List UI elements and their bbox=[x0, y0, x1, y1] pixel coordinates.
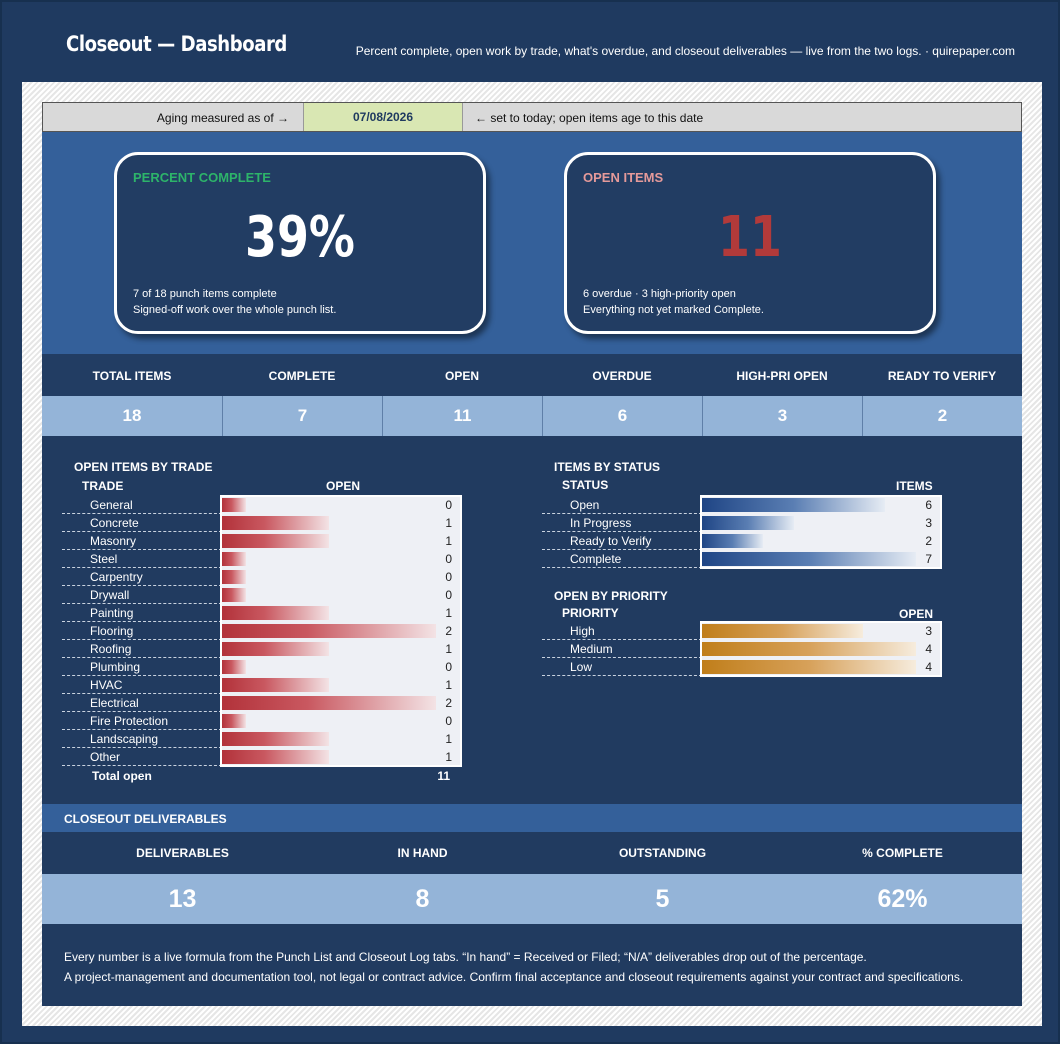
kpi-value-ready: 2 bbox=[862, 396, 1022, 436]
kpi-label-open: OPEN bbox=[444, 369, 479, 383]
kpi-label-overdue: OVERDUE bbox=[592, 369, 652, 383]
kpi-header-row: TOTAL ITEMS COMPLETE OPEN OVERDUE HIGH-P… bbox=[42, 354, 1022, 396]
open-items-note: Everything not yet marked Complete. bbox=[583, 304, 764, 316]
open-items-title: OPEN ITEMS bbox=[583, 170, 664, 185]
deliverables-label-total: DELIVERABLES bbox=[136, 846, 229, 860]
kpi-label-ready: READY TO VERIFY bbox=[887, 369, 997, 383]
percent-complete-note: Signed-off work over the whole punch lis… bbox=[133, 304, 337, 316]
deliverables-label-in-hand: IN HAND bbox=[397, 846, 448, 860]
deliverables-label-complete: % COMPLETE bbox=[862, 846, 943, 860]
status-chart-border bbox=[700, 495, 942, 569]
dashboard-body: Aging measured as of → 07/08/2026 ← set … bbox=[42, 102, 1022, 1006]
priority-chart-border bbox=[700, 621, 942, 677]
kpi-value-open: 11 bbox=[382, 396, 542, 436]
deliverables-band: CLOSEOUT DELIVERABLES bbox=[42, 804, 1022, 832]
dashboard-frame: Closeout — Dashboard Percent complete, o… bbox=[0, 0, 1060, 1044]
page-subtitle: Percent complete, open work by trade, wh… bbox=[355, 44, 1015, 58]
open-items-value: 11 bbox=[718, 205, 782, 270]
priority-column-header: PRIORITY bbox=[562, 606, 619, 620]
aging-date-row: Aging measured as of → 07/08/2026 ← set … bbox=[42, 102, 1022, 132]
deliverables-value-total: 13 bbox=[168, 885, 197, 913]
status-label: Open bbox=[542, 496, 702, 514]
open-items-detail: 6 overdue · 3 high-priority open bbox=[583, 288, 736, 300]
open-items-card: OPEN ITEMS 11 6 overdue · 3 high-priorit… bbox=[564, 152, 936, 334]
status-label: Complete bbox=[542, 550, 702, 568]
trade-label: Roofing bbox=[62, 640, 222, 658]
trade-label: Drywall bbox=[62, 586, 222, 604]
footer-note-2: A project-management and documentation t… bbox=[64, 970, 964, 984]
trade-label: Concrete bbox=[62, 514, 222, 532]
trade-label: Carpentry bbox=[62, 568, 222, 586]
kpi-value-overdue: 6 bbox=[542, 396, 702, 436]
trade-label: Other bbox=[62, 748, 222, 766]
trade-open-column-header: OPEN bbox=[326, 479, 361, 493]
kpi-value-total: 18 bbox=[122, 406, 142, 425]
priority-label: Medium bbox=[542, 640, 702, 658]
percent-complete-value: 39% bbox=[245, 205, 355, 270]
sheet-area: Aging measured as of → 07/08/2026 ← set … bbox=[22, 82, 1042, 1026]
status-label: Ready to Verify bbox=[542, 532, 702, 550]
trade-label: Steel bbox=[62, 550, 222, 568]
priority-label: High bbox=[542, 622, 702, 640]
deliverables-value-complete: 62% bbox=[877, 885, 928, 913]
trade-label: Electrical bbox=[62, 694, 222, 712]
deliverables-value-row: 13 8 5 62% bbox=[42, 874, 1022, 924]
aging-hint: ← set to today; open items age to this d… bbox=[475, 111, 704, 125]
trade-label: Masonry bbox=[62, 532, 222, 550]
headline-band: PERCENT COMPLETE 39% 7 of 18 punch items… bbox=[42, 132, 1022, 354]
trade-column-header: TRADE bbox=[82, 479, 124, 493]
trade-label: Plumbing bbox=[62, 658, 222, 676]
percent-complete-title: PERCENT COMPLETE bbox=[133, 170, 271, 185]
trade-label: Landscaping bbox=[62, 730, 222, 748]
priority-label: Low bbox=[542, 658, 702, 676]
page-title: Closeout — Dashboard bbox=[66, 32, 287, 56]
trade-label: Fire Protection bbox=[62, 712, 222, 730]
status-label: In Progress bbox=[542, 514, 702, 532]
priority-section-title: OPEN BY PRIORITY bbox=[554, 589, 668, 603]
aging-label: Aging measured as of → bbox=[156, 111, 289, 125]
percent-complete-detail: 7 of 18 punch items complete bbox=[133, 288, 277, 300]
footer-note-1: Every number is a live formula from the … bbox=[64, 950, 867, 964]
trade-label: Painting bbox=[62, 604, 222, 622]
trade-label: HVAC bbox=[62, 676, 222, 694]
kpi-value-high-pri: 3 bbox=[702, 396, 862, 436]
kpi-label-complete: COMPLETE bbox=[268, 369, 336, 383]
percent-complete-card: PERCENT COMPLETE 39% 7 of 18 punch items… bbox=[114, 152, 486, 334]
status-items-column-header: ITEMS bbox=[896, 479, 933, 493]
deliverables-value-in-hand: 8 bbox=[415, 885, 430, 913]
kpi-label-total: TOTAL ITEMS bbox=[92, 369, 172, 383]
deliverables-title: CLOSEOUT DELIVERABLES bbox=[64, 812, 227, 826]
kpi-label-high-pri: HIGH-PRI OPEN bbox=[736, 369, 828, 383]
priority-open-column-header: OPEN bbox=[899, 607, 934, 621]
deliverables-label-outstanding: OUTSTANDING bbox=[618, 846, 707, 860]
kpi-value-row: 18 7 11 6 3 2 bbox=[42, 396, 1022, 436]
aging-date-cell[interactable]: 07/08/2026 bbox=[303, 103, 463, 131]
trade-total-value: 11 bbox=[437, 769, 450, 783]
status-column-header: STATUS bbox=[562, 478, 609, 492]
kpi-value-complete: 7 bbox=[222, 396, 382, 436]
trade-total-label: Total open bbox=[92, 769, 152, 783]
trade-chart-border bbox=[220, 495, 462, 767]
deliverables-value-outstanding: 5 bbox=[655, 885, 670, 913]
status-section-title: ITEMS BY STATUS bbox=[554, 460, 661, 474]
trade-label: Flooring bbox=[62, 622, 222, 640]
trade-section-title: OPEN ITEMS BY TRADE bbox=[74, 460, 213, 474]
trade-label: General bbox=[62, 496, 222, 514]
